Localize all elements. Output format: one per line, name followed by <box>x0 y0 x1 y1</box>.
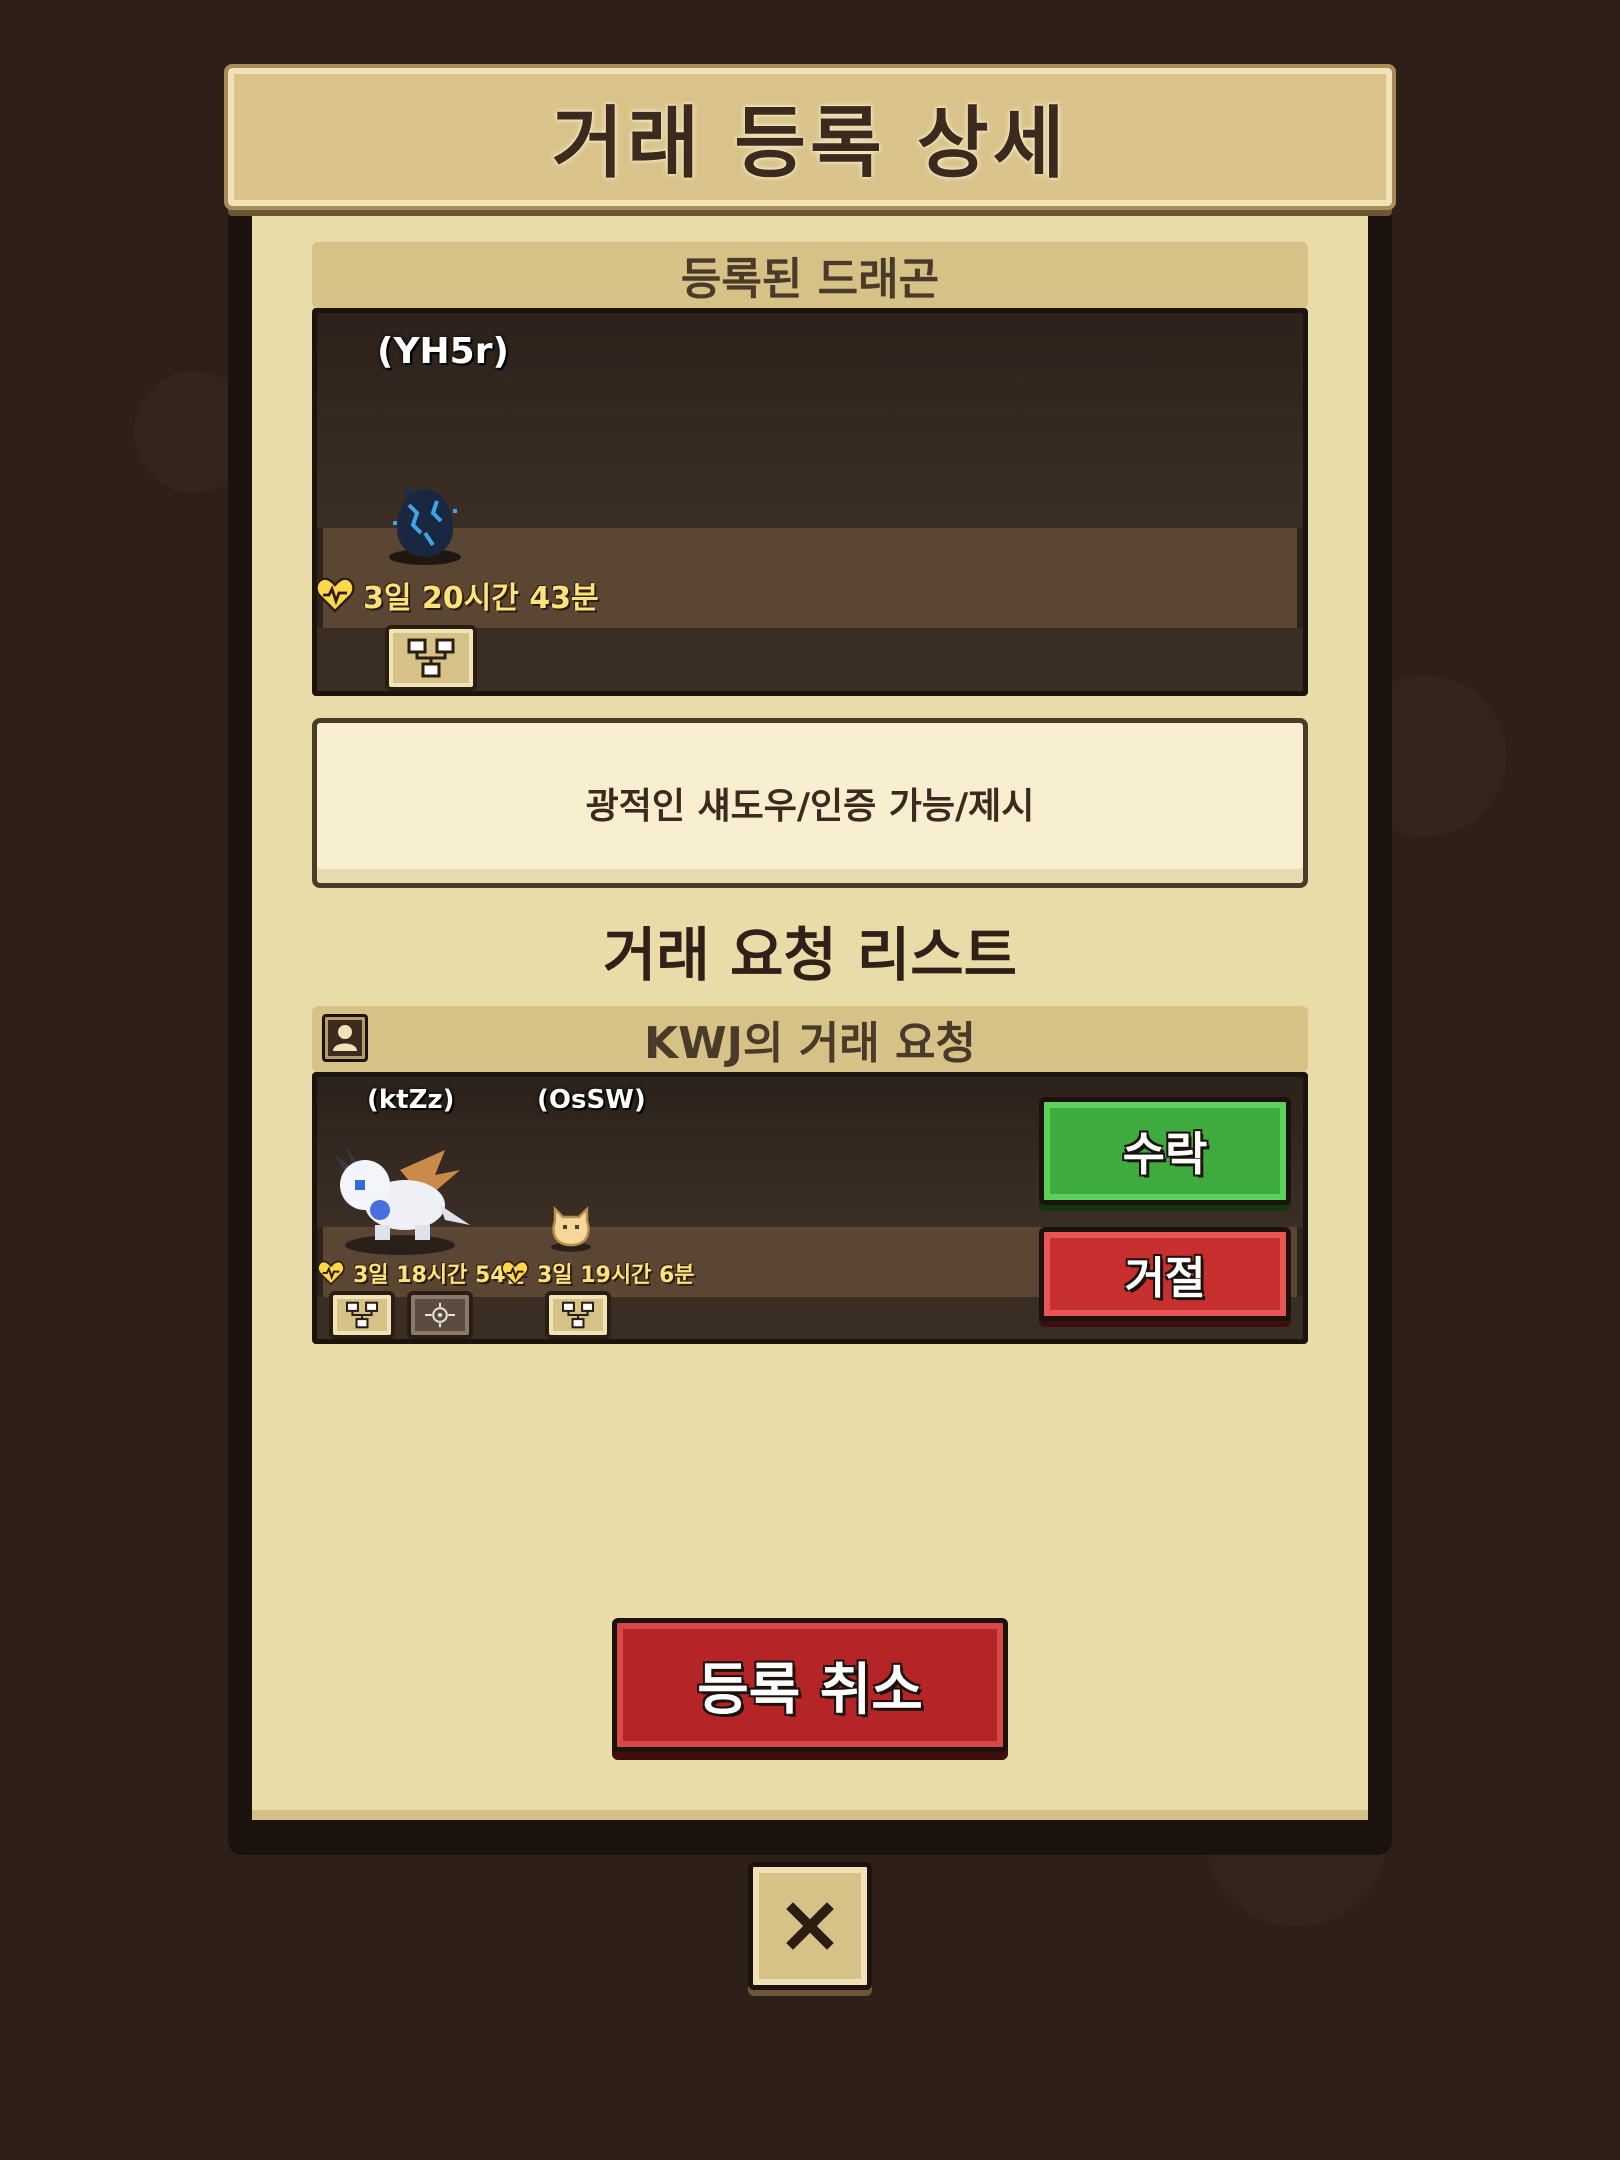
avatar[interactable] <box>322 1014 368 1062</box>
white-dragon-icon[interactable] <box>325 1125 475 1255</box>
heart-pulse-icon <box>317 1260 345 1286</box>
offered-dragon-timer-text: 3일 19시간 6분 <box>537 1263 695 1288</box>
offered-dragon-timer: 3일 18시간 54분 <box>317 1257 526 1289</box>
close-icon <box>786 1902 834 1950</box>
trade-description-text: 광적인 섀도우/인증 가능/제시 <box>585 786 1035 827</box>
accept-button[interactable]: 수락 <box>1039 1097 1291 1205</box>
lineage-tree-icon <box>345 1301 379 1329</box>
accept-button-label: 수락 <box>1122 1127 1208 1181</box>
cancel-registration-label: 등록 취소 <box>697 1657 923 1723</box>
offered-dragon-timer: 3일 19시간 6분 <box>501 1257 695 1289</box>
cancel-registration-button[interactable]: 등록 취소 <box>612 1618 1008 1752</box>
registered-dragon-card[interactable]: (YH5r) 3일 20시간 43분 <box>312 308 1308 696</box>
registered-dragon-header-label: 등록된 드래곤 <box>680 254 940 305</box>
dragon-egg-icon[interactable] <box>543 1197 599 1253</box>
heart-pulse-icon <box>501 1260 529 1286</box>
lineage-tree-icon <box>561 1301 595 1329</box>
target-icon <box>425 1302 455 1328</box>
title-banner: 거래 등록 상세 <box>224 64 1396 210</box>
lineage-button[interactable] <box>385 625 477 691</box>
dragon-timer-text: 3일 20시간 43분 <box>363 581 599 616</box>
request-list-title: 거래 요청 리스트 <box>603 921 1017 989</box>
offered-dragon-timer-text: 3일 18시간 54분 <box>353 1263 526 1288</box>
trade-description: 광적인 섀도우/인증 가능/제시 <box>312 718 1308 888</box>
dragon-egg-icon <box>389 489 461 565</box>
skill-button[interactable] <box>407 1291 473 1339</box>
close-button[interactable] <box>748 1862 872 1990</box>
reject-button-label: 거절 <box>1124 1253 1206 1304</box>
lineage-button[interactable] <box>329 1291 395 1339</box>
heart-pulse-icon <box>317 577 355 613</box>
page-title: 거래 등록 상세 <box>551 99 1069 189</box>
registered-dragon-header: 등록된 드래곤 <box>312 242 1308 308</box>
offered-dragon-name: (OsSW) <box>537 1085 646 1115</box>
lineage-button[interactable] <box>545 1291 611 1339</box>
offered-dragon-name: (ktZz) <box>367 1085 455 1115</box>
dragon-timer: 3일 20시간 43분 <box>317 573 599 617</box>
lineage-tree-icon <box>407 638 455 678</box>
reject-button[interactable]: 거절 <box>1039 1227 1291 1321</box>
request-header: KWJ의 거래 요청 <box>312 1006 1308 1072</box>
request-card: (ktZz) 3일 18시간 54분 (OsSW) 3일 19시간 6분 수락 … <box>312 1072 1308 1344</box>
dragon-name: (YH5r) <box>377 331 509 372</box>
user-icon <box>333 1025 357 1051</box>
request-header-label: KWJ의 거래 요청 <box>643 1018 977 1069</box>
